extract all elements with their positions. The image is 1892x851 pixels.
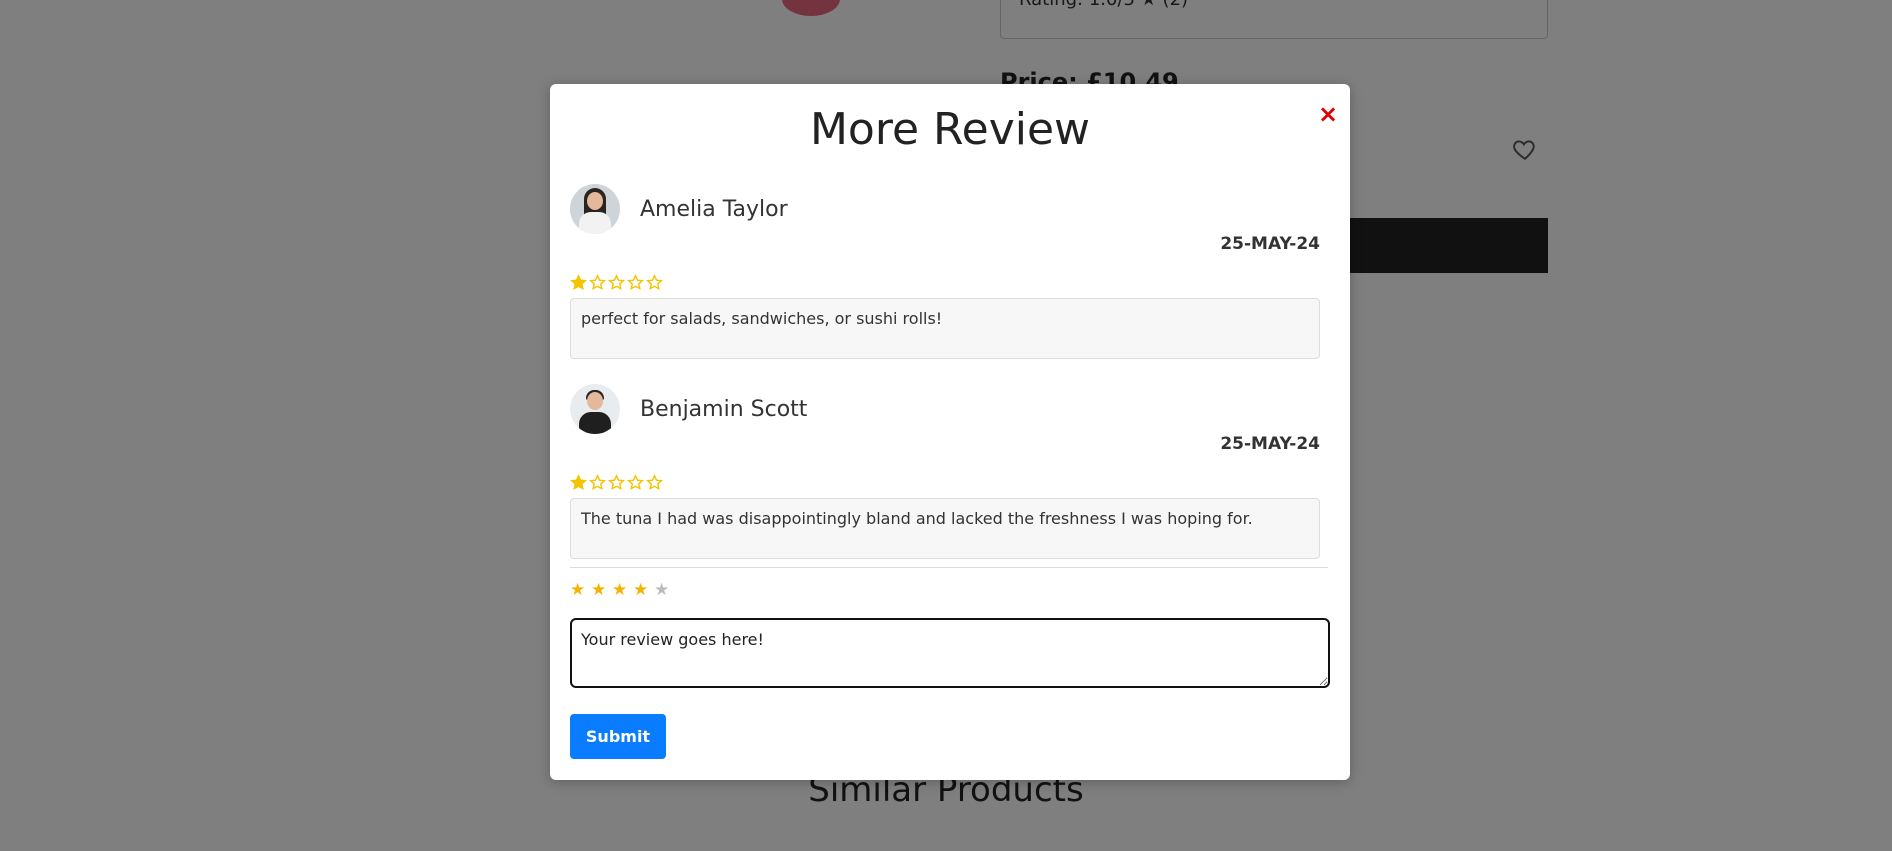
- star-outline-icon: [627, 474, 644, 491]
- more-review-modal: More Review × Amelia Taylor 25-MAY-24 pe…: [550, 84, 1350, 780]
- review-date: 25-MAY-24: [1220, 234, 1320, 254]
- rating-input[interactable]: ★ ★ ★ ★ ★: [570, 582, 670, 599]
- star-outline-icon: [608, 474, 625, 491]
- star-outline-icon: [589, 474, 606, 491]
- star-filled-icon: [570, 274, 587, 291]
- avatar: [570, 184, 620, 234]
- star-filled-icon: [570, 474, 587, 491]
- star-outline-icon: [589, 274, 606, 291]
- rating-star-4[interactable]: ★: [633, 582, 649, 599]
- review-rating: [570, 474, 663, 491]
- review-text: perfect for salads, sandwiches, or sushi…: [570, 298, 1320, 359]
- review-textarea[interactable]: Your review goes here!: [570, 618, 1330, 688]
- star-outline-icon: [646, 474, 663, 491]
- review-rating: [570, 274, 663, 291]
- star-outline-icon: [627, 274, 644, 291]
- rating-star-5[interactable]: ★: [654, 582, 670, 599]
- rating-star-3[interactable]: ★: [612, 582, 628, 599]
- submit-button[interactable]: Submit: [570, 714, 666, 759]
- star-outline-icon: [646, 274, 663, 291]
- reviewer: Amelia Taylor: [570, 184, 788, 234]
- page: Rating: 1.0/5 ★ (2) Price: £10.49 Simila…: [0, 0, 1892, 851]
- rating-star-1[interactable]: ★: [570, 582, 586, 599]
- review-text: The tuna I had was disappointingly bland…: [570, 498, 1320, 559]
- star-outline-icon: [608, 274, 625, 291]
- divider: [570, 567, 1328, 568]
- reviewer-name: Benjamin Scott: [640, 396, 808, 422]
- modal-title: More Review: [809, 104, 1091, 155]
- review-date: 25-MAY-24: [1220, 434, 1320, 454]
- avatar: [570, 384, 620, 434]
- close-icon[interactable]: ×: [1316, 102, 1340, 126]
- rating-star-2[interactable]: ★: [591, 582, 607, 599]
- reviewer-name: Amelia Taylor: [640, 196, 788, 222]
- reviewer: Benjamin Scott: [570, 384, 807, 434]
